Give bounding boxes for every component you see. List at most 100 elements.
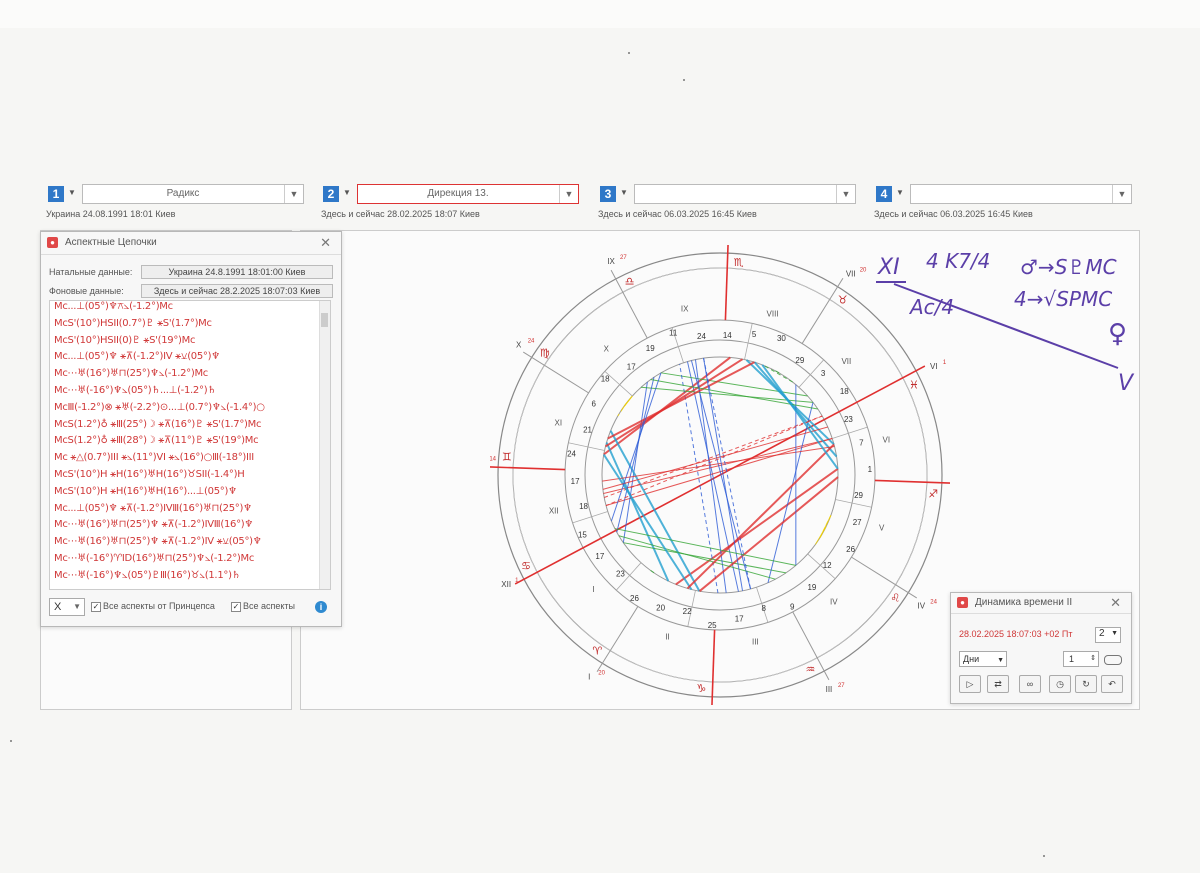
cusp-degree: 20 — [860, 268, 867, 274]
outer-cusp-label: IV — [917, 602, 925, 611]
zodiac-sign: ♈ — [592, 644, 602, 657]
chevron-down-icon[interactable]: ▼ — [559, 185, 578, 203]
chain-row[interactable]: Mc...⊥(05°)♆⚻⦣(-1.2°)Mc — [50, 301, 330, 318]
play-button[interactable]: ▷ — [959, 675, 981, 693]
chain-row[interactable]: McS'(10°)HSII(0.7°)♇ ⚹S'(1.7°)Mc — [50, 318, 330, 335]
zodiac-sign: ♑ — [696, 682, 706, 695]
slot-menu-arrow-icon[interactable]: ▼ — [343, 188, 351, 197]
aspect-line — [775, 370, 780, 374]
clock-reset-button[interactable]: ↻ — [1075, 675, 1097, 693]
cusp-degree: 1 — [515, 578, 519, 584]
house-cusp — [724, 245, 729, 321]
chain-row[interactable]: McS(1.2°)♁ ⚹Ⅲ(28°)☽ ⚹⊼(11°)♇ ⚹S'(19°)Mc — [50, 435, 330, 452]
cusp-degree: 27 — [838, 683, 845, 689]
chain-row[interactable]: McⅢ(-1.2°)⊗ ⚹♅(-2.2°)⊙...⊥(0.7°)♆⦣(-1.4°… — [50, 402, 330, 419]
house-number: IV — [830, 597, 838, 606]
close-icon[interactable]: ✕ — [1110, 595, 1121, 611]
chain-row[interactable]: Mc⋯♅(16°)♅⊓(25°)♆ ⚹⊼(-1.2°)IV ⚹⚺(05°)♆ — [50, 536, 330, 553]
unit-value: Дни — [963, 654, 980, 664]
chain-row[interactable]: McS'(10°)H ⚹H(16°)♅H(16°)...⊥(05°)♆ — [50, 486, 330, 503]
chain-row[interactable]: Mc⋯♅(-16°)♆⦣(05°)♄...⊥(-1.2°)♄ — [50, 385, 330, 402]
chart-type-select[interactable]: ▼ — [910, 184, 1132, 204]
house-cusp — [744, 323, 753, 360]
chart-type-value: Радикс — [166, 188, 200, 199]
aspect-chains-window: ● Аспектные Цепочки ✕ Натальные данные: … — [40, 231, 342, 627]
unit-select[interactable]: Дни ▼ — [959, 651, 1007, 667]
timezone-value: 2 — [1099, 628, 1105, 639]
cusp-degree: 14 — [490, 456, 497, 462]
stepper-arrows-icon[interactable]: ⇕ — [1090, 652, 1096, 666]
step-input[interactable]: 1 ⇕ — [1063, 651, 1099, 667]
zodiac-sign: ♌ — [890, 592, 900, 605]
planet-degree: 20 — [656, 603, 665, 612]
clock-button[interactable]: ◷ — [1049, 675, 1071, 693]
planet-degree: 1 — [868, 465, 873, 474]
close-icon[interactable]: ✕ — [320, 235, 331, 251]
zodiac-sign: ♊ — [502, 450, 512, 463]
outer-cusp-label: IX — [607, 257, 615, 266]
slot-menu-arrow-icon[interactable]: ▼ — [896, 188, 904, 197]
chain-list[interactable]: Mc...⊥(05°)♆⚻⦣(-1.2°)Mc McS'(10°)HSII(0.7… — [49, 300, 331, 590]
zodiac-sign: ♍ — [540, 346, 550, 359]
chain-row[interactable]: Mc⋯♅(16°)♅⊓(25°)♆ ⚹⊼(-1.2°)IVⅢ(16°)♆ — [50, 519, 330, 536]
chain-row[interactable]: McS'(10°)HSII(0)♇ ⚹S'(19°)Mc — [50, 335, 330, 352]
house-number: VII — [841, 357, 851, 366]
chain-row[interactable]: Mc⋯♅(16°)♅⊓(25°)♆⦣(-1.2°)Mc — [50, 368, 330, 385]
planet-degree: 14 — [723, 331, 732, 340]
slot-menu-arrow-icon[interactable]: ▼ — [620, 188, 628, 197]
undo-button[interactable]: ↶ — [1101, 675, 1123, 693]
transfer-button[interactable]: ⇄ — [987, 675, 1009, 693]
timezone-select[interactable]: 2 ▼ — [1095, 627, 1121, 643]
slot-menu-arrow-icon[interactable]: ▼ — [68, 188, 76, 197]
datetime-field[interactable]: 28.02.2025 18:07:03 +02 Пт — [959, 629, 1091, 643]
chain-row[interactable]: Mc ⚹△(0.7°)III ⚹⦣(11°)VI ⚹⦣(16°)○Ⅲ(-18°)… — [50, 452, 330, 469]
planet-degree: 17 — [571, 477, 580, 486]
planet-degree: 7 — [859, 439, 864, 448]
chain-row[interactable]: Mc⋯♅(-16°)♈ID(16°)♅⊓(25°)♆⦣(-1.2°)Mc — [50, 553, 330, 570]
house-cusp — [711, 629, 716, 705]
chain-row[interactable]: McS'(10°)H ⚹H(16°)♅H(16°)♉SII(-1.4°)H — [50, 469, 330, 486]
link-button[interactable]: ∞ — [1019, 675, 1041, 693]
aspect-line — [819, 515, 832, 538]
chain-row[interactable]: McS(1.2°)♁ ⚹Ⅲ(25°)☽ ⚹⊼(16°)♇ ⚹S'(1.7°)Mc — [50, 419, 330, 436]
app-icon: ● — [957, 597, 968, 608]
house-number: XI — [555, 418, 563, 427]
all-aspects-princeps-checkbox[interactable]: ✓ — [91, 602, 101, 612]
chart-type-select[interactable]: Дирекция 13. ▼ — [357, 184, 579, 204]
filter-select[interactable]: X ▼ — [49, 598, 85, 616]
chevron-down-icon[interactable]: ▼ — [284, 185, 303, 203]
aspect-line — [624, 395, 633, 406]
window-titlebar: ● Динамика времени II ✕ — [951, 593, 1131, 614]
chevron-down-icon[interactable]: ▼ — [1112, 185, 1131, 203]
handwritten-annotation: XI 4 K7/4 ♂→S♇MC Ac/4 4→√SPMC ♀ V — [876, 249, 1135, 396]
planet-degree: 25 — [708, 621, 717, 630]
chevron-down-icon[interactable]: ▼ — [836, 185, 855, 203]
natal-field[interactable]: Украина 24.8.1991 18:01:00 Киев — [141, 265, 333, 279]
window-title: Аспектные Цепочки — [65, 237, 157, 248]
planet-degree: 27 — [853, 518, 862, 527]
toggle-switch[interactable] — [1104, 655, 1122, 665]
all-aspects-checkbox[interactable]: ✓ — [231, 602, 241, 612]
planet-degree: 18 — [579, 502, 588, 511]
planet-degree: 29 — [854, 491, 863, 500]
time-dynamics-window: ● Динамика времени II ✕ 28.02.2025 18:07… — [950, 592, 1132, 704]
slot-subtitle: Украина 24.08.1991 18:01 Киев — [46, 209, 176, 219]
house-number: VI — [883, 436, 891, 445]
aspect-line — [607, 361, 755, 440]
chart-type-select[interactable]: Радикс ▼ — [82, 184, 304, 204]
planet-degree: 17 — [627, 363, 636, 372]
outer-cusp-label: XII — [501, 580, 511, 589]
chain-row[interactable]: Mc...⊥(05°)♆ ⚹⊼(-1.2°)IVⅢ(16°)♅⊓(25°)♆ — [50, 503, 330, 520]
scroll-thumb[interactable] — [321, 313, 328, 327]
planet-degree: 23 — [616, 569, 625, 578]
chart-type-select[interactable]: ▼ — [634, 184, 856, 204]
chain-row[interactable]: Mc⋯♅(-16°)♆⦣(05°)♇Ⅲ(16°)♉⦣(1.1°)♄ — [50, 570, 330, 587]
info-icon[interactable]: i — [315, 601, 327, 613]
planet-degree: 19 — [646, 344, 655, 353]
background-field[interactable]: Здесь и сейчас 28.2.2025 18:07:03 Киев — [141, 284, 333, 298]
note-v: V — [1118, 371, 1135, 396]
scrollbar[interactable] — [319, 301, 330, 589]
outer-cusp-label: VII — [846, 270, 856, 279]
planet-degree: 26 — [630, 594, 639, 603]
chain-row[interactable]: Mc...⊥(05°)♆ ⚹⊼(-1.2°)IV ⚹⚺(05°)♆ — [50, 351, 330, 368]
